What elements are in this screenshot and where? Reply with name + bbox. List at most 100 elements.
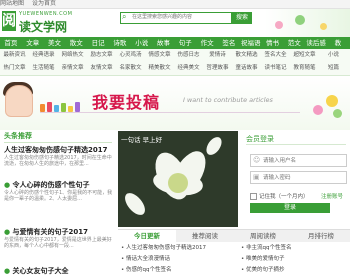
list-link[interactable]: • 唯美的爱情句子 <box>241 254 349 265</box>
item-title[interactable]: ● 令人心碎的伤感个性句子 <box>4 180 114 190</box>
contribute-banner[interactable]: 我要投稿 I want to contribute articles <box>0 77 350 130</box>
nav-item[interactable]: 美文 <box>44 37 66 49</box>
subnav-link[interactable]: 哲理故事 <box>203 62 232 75</box>
item-desc: 与爱情有关的句子2017，爱情是这世界上最美好的东西，每个人心中都有一段... <box>4 237 112 249</box>
subnav-link[interactable]: 爱情诗 <box>203 49 232 62</box>
subnav-link[interactable]: 小说 <box>319 49 348 62</box>
header-decoration <box>265 9 350 37</box>
subnav-link[interactable]: 教育随笔 <box>290 62 319 75</box>
subnav-link[interactable]: 精美散文 <box>145 62 174 75</box>
nav-item[interactable]: 故事 <box>153 37 175 49</box>
nav-item[interactable]: 签名 <box>218 37 240 49</box>
update-list-right: • 非主流qq个性签名 • 唯美的爱情句子 • 优美的句子摘抄 <box>241 243 349 276</box>
password-field[interactable]: ▣ <box>250 171 347 184</box>
username-field[interactable]: ☺ <box>250 154 347 167</box>
list-link[interactable]: • 伤感的qq个性签名 <box>121 265 236 276</box>
list-item[interactable]: ● 与爱情有关的句子2017 与爱情有关的句子2017，爱情是这世界上最美好的东… <box>4 227 114 249</box>
banner-title: 我要投稿 <box>92 93 161 112</box>
pencils-illustration <box>40 102 90 112</box>
user-icon: ☺ <box>253 156 261 164</box>
item-desc: 人生过客匆匆伤感句子精选2017，时间在生命中流逝，在匆匆人生的旅途中，在那里.… <box>4 155 112 167</box>
nav-item[interactable]: 日记 <box>87 37 109 49</box>
nav-item[interactable]: 范文 <box>283 37 305 49</box>
logo-name[interactable]: 读文学网 <box>19 18 67 35</box>
subnav-link[interactable]: 生活随笔 <box>29 62 58 75</box>
remember-me[interactable]: 记住我（一个月内） <box>250 192 309 200</box>
nav-item[interactable]: 散文 <box>65 37 87 49</box>
login-heading: 会员登录 <box>246 135 274 143</box>
item-title[interactable]: 人生过客匆匆伤感句子精选2017 <box>4 145 114 155</box>
flowers-illustration <box>308 87 348 127</box>
username-input[interactable] <box>263 156 343 165</box>
sub-nav: 最新资讯 经典语录 网络热文 励志文章 心灵鸡汤 情感文章 伤感日志 爱情诗 散… <box>0 49 350 76</box>
sitemap-link[interactable]: 网站地图 <box>0 0 24 7</box>
subnav-link[interactable]: 超短文章 <box>290 49 319 62</box>
search-button[interactable]: 搜索 <box>232 12 252 24</box>
nav-item[interactable]: 诗歌 <box>109 37 131 49</box>
subnav-link[interactable]: 名家散文 <box>116 62 145 75</box>
remember-checkbox[interactable] <box>250 193 257 200</box>
tab-today[interactable]: 今日更新 <box>118 230 176 242</box>
nav-item[interactable]: 句子 <box>174 37 196 49</box>
subnav-link[interactable]: 童话故事 <box>232 62 261 75</box>
header: 阅 YUEWENWEN.COM 读文学网 ⌕ 搜索 <box>0 9 350 37</box>
lock-icon: ▣ <box>253 173 260 181</box>
nav-item[interactable]: 情书 <box>262 37 284 49</box>
photo-caption: 一句话 早上好 <box>121 136 163 144</box>
subnav-link[interactable]: 经典语录 <box>29 49 58 62</box>
nav-item[interactable]: 文章 <box>22 37 44 49</box>
set-homepage-link[interactable]: 设为首页 <box>32 0 56 7</box>
subnav-link[interactable]: 伤感日志 <box>174 49 203 62</box>
update-list-left: • 人生过客匆匆伤感句子精选2017 • 情话大全浪漫情话 • 伤感的qq个性签… <box>121 243 236 276</box>
headline-header: 头条推荐 <box>4 131 112 143</box>
tab-bar: 今日更新 推荐阅读 周阅读榜 月排行榜 <box>118 229 350 242</box>
login-button[interactable]: 登录 <box>250 203 330 213</box>
nav-item[interactable]: 祝福语 <box>240 37 262 49</box>
password-input[interactable] <box>263 173 343 182</box>
banner-subtitle: I want to contribute articles <box>183 96 273 104</box>
search-icon: ⌕ <box>122 12 127 21</box>
subnav-link[interactable]: 读书笔记 <box>261 62 290 75</box>
nav-item[interactable]: 小说 <box>131 37 153 49</box>
subnav-link[interactable]: 网络热文 <box>58 49 87 62</box>
list-link[interactable]: • 非主流qq个性签名 <box>241 243 349 254</box>
bullet-icon: ● <box>4 181 13 189</box>
bullet-icon: ● <box>4 228 13 236</box>
nav-item[interactable]: 教 <box>327 37 349 49</box>
subnav-link[interactable]: 友情文章 <box>87 62 116 75</box>
featured-photo[interactable] <box>118 131 238 227</box>
item-title[interactable]: ● 关心女友句子大全 <box>4 266 114 276</box>
nav-item[interactable]: 作文 <box>196 37 218 49</box>
list-link[interactable]: • 优美的句子摘抄 <box>241 265 349 276</box>
list-link[interactable]: • 情话大全浪漫情话 <box>121 254 236 265</box>
subnav-link[interactable]: 心灵鸡汤 <box>116 49 145 62</box>
nav-item[interactable]: 读后感 <box>305 37 327 49</box>
nav-item[interactable]: 首页 <box>0 37 22 49</box>
register-link[interactable]: 注册账号 <box>321 192 343 200</box>
subnav-link[interactable]: 情感文章 <box>145 49 174 62</box>
list-item[interactable]: ● 关心女友句子大全 <box>4 266 114 276</box>
subnav-link[interactable]: 签名大全 <box>261 49 290 62</box>
subnav-link[interactable]: 热门文章 <box>0 62 29 75</box>
subnav-link[interactable]: 经典美文 <box>174 62 203 75</box>
subnav-link[interactable]: 最新资讯 <box>0 49 29 62</box>
list-item[interactable]: 人生过客匆匆伤感句子精选2017 人生过客匆匆伤感句子精选2017，时间在生命中… <box>4 145 114 167</box>
subnav-link[interactable]: 励志文章 <box>87 49 116 62</box>
tab-recommended[interactable]: 推荐阅读 <box>176 230 234 242</box>
item-desc: 令人心碎的伤感个性句子1、你是我的不可能，我是你一辈子的温柔。2、人太委屈... <box>4 190 113 202</box>
subnav-link[interactable]: 短篇 <box>319 62 348 75</box>
item-title[interactable]: ● 与爱情有关的句子2017 <box>4 227 114 237</box>
list-link[interactable]: • 人生过客匆匆伤感句子精选2017 <box>121 243 236 254</box>
tab-monthly[interactable]: 月排行榜 <box>292 230 350 242</box>
list-item[interactable]: ● 令人心碎的伤感个性句子 令人心碎的伤感个性句子1、你是我的不可能，我是你一辈… <box>4 180 114 202</box>
logo-mark[interactable]: 阅 <box>2 11 16 31</box>
main-nav: 首页 文章 美文 散文 日记 诗歌 小说 故事 句子 作文 签名 祝福语 情书 … <box>0 37 350 49</box>
banner-divider <box>40 112 300 113</box>
headline-heading: 头条推荐 <box>4 132 32 140</box>
bullet-icon: ● <box>4 267 13 275</box>
search-input[interactable] <box>132 13 222 21</box>
tab-weekly[interactable]: 周阅读榜 <box>234 230 292 242</box>
subnav-link[interactable]: 散文精选 <box>232 49 261 62</box>
login-divider <box>246 144 346 145</box>
subnav-link[interactable]: 亲情文章 <box>58 62 87 75</box>
